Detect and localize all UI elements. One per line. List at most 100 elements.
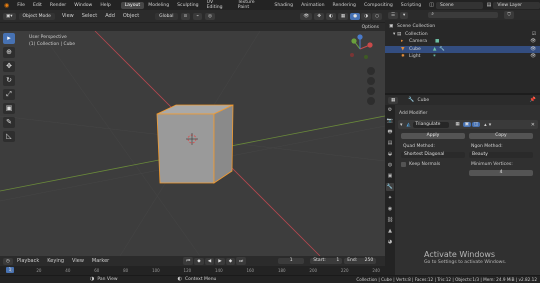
pivot-icon[interactable]: ⊙ — [180, 12, 191, 20]
material-tab-icon[interactable]: ◕ — [386, 238, 394, 246]
scale-tool-icon[interactable]: ⤢ — [3, 89, 15, 100]
end-frame-field[interactable]: End: 250 — [344, 258, 377, 264]
object-tab-icon[interactable]: ▣ — [386, 172, 394, 180]
outliner-editor-type-icon[interactable]: ☰ — [388, 11, 399, 19]
menu-select[interactable]: Select — [78, 13, 101, 19]
timeline-editor-type-icon[interactable]: ◷ — [3, 257, 13, 265]
outliner-row-cube[interactable]: ▼ Cube ▲ 🔧 👁 — [385, 45, 540, 53]
blender-logo-icon[interactable]: ◉ — [0, 2, 13, 9]
tab-compositing[interactable]: Compositing — [360, 2, 397, 9]
copy-button[interactable]: Copy — [469, 133, 533, 139]
menu-timeline-view[interactable]: View — [68, 258, 88, 264]
rotate-tool-icon[interactable]: ↻ — [3, 75, 15, 86]
scene-selector[interactable]: Scene — [435, 1, 483, 9]
transform-tool-icon[interactable]: ▣ — [3, 103, 15, 114]
options-button[interactable]: Options — [356, 25, 385, 30]
physics-tab-icon[interactable]: ◉ — [386, 205, 394, 213]
proportional-edit-icon[interactable]: ◎ — [205, 12, 215, 20]
modifier-name-field[interactable]: Triangulate — [413, 121, 450, 128]
move-up-icon[interactable]: ▴ — [484, 122, 487, 128]
viewport-nav-buttons[interactable] — [367, 67, 375, 105]
eye-icon[interactable]: 👁 — [530, 54, 536, 59]
play-reverse-icon[interactable]: ◀ — [204, 257, 215, 265]
remove-modifier-icon[interactable]: ✕ — [531, 122, 535, 128]
properties-editor-type-icon[interactable]: ▦ — [388, 96, 399, 104]
tab-sculpting[interactable]: Sculpting — [173, 2, 202, 9]
particles-tab-icon[interactable]: ✦ — [386, 194, 394, 202]
play-icon[interactable]: ▶ — [215, 257, 225, 265]
tab-scripting[interactable]: Scripting — [397, 2, 425, 9]
view-layer-tab-icon[interactable]: ▤ — [386, 139, 394, 147]
min-vertices-field[interactable]: 4 — [469, 170, 533, 176]
current-frame-field[interactable]: 1 — [278, 258, 305, 264]
start-frame-field[interactable]: Start: 1 — [310, 258, 343, 264]
visibility-icon[interactable]: 👁 — [300, 12, 313, 20]
filter-icon[interactable]: ⛉ — [504, 11, 514, 19]
outliner-row-camera[interactable]: ▸ Camera ■ 👁 — [385, 38, 540, 46]
menu-object[interactable]: Object — [119, 13, 143, 19]
select-tool-icon[interactable]: ▸ — [3, 33, 15, 44]
timeline-ruler[interactable]: 1 0 20 40 60 80 100 120 140 160 180 200 220 240 — [0, 266, 385, 275]
cube-object[interactable] — [156, 104, 234, 184]
tool-tab-icon[interactable]: ⚙ — [386, 106, 394, 114]
outliner-row-collection[interactable]: ▾ ▤ Collection ☑ — [385, 31, 540, 39]
data-tab-icon[interactable]: ▲ — [386, 227, 394, 235]
outliner-search-input[interactable]: ⌕ — [428, 12, 499, 18]
ngon-method-select[interactable]: Beauty — [469, 152, 533, 158]
xray-icon[interactable]: ▦ — [337, 12, 349, 20]
edit-mode-toggle-icon[interactable]: ▦ — [453, 122, 462, 127]
tab-layout[interactable]: Layout — [120, 1, 145, 9]
add-modifier-dropdown[interactable]: Add Modifier — [399, 111, 427, 116]
annotate-tool-icon[interactable]: ✎ — [3, 117, 15, 128]
menu-add[interactable]: Add — [101, 13, 119, 19]
modifier-tab-icon[interactable]: 🔧 — [386, 183, 394, 191]
prev-key-icon[interactable]: ◆ — [194, 257, 204, 265]
next-key-icon[interactable]: ◆ — [225, 257, 236, 265]
solid-shading-icon[interactable]: ● — [350, 12, 361, 20]
display-mode-icon[interactable]: ▾ — [400, 11, 409, 19]
tab-animation[interactable]: Animation — [297, 2, 328, 9]
eye-icon[interactable]: 👁 — [530, 39, 536, 44]
gizmo-icon[interactable]: ✥ — [314, 12, 324, 20]
quad-method-select[interactable]: Shortest Diagonal — [401, 152, 465, 158]
apply-button[interactable]: Apply — [401, 133, 465, 139]
menu-keying[interactable]: Keying — [43, 258, 68, 264]
menu-edit[interactable]: Edit — [29, 3, 46, 8]
checkbox-icon[interactable] — [401, 162, 406, 167]
view-layer-selector[interactable]: View Layer — [493, 1, 540, 9]
navigation-gizmo[interactable] — [350, 34, 373, 59]
outliner-row-light[interactable]: ✹ Light ✶ 👁 — [385, 53, 540, 61]
mode-selector[interactable]: Object Mode — [18, 12, 55, 20]
cursor-tool-icon[interactable]: ⊕ — [3, 47, 15, 58]
3d-viewport[interactable]: User Perspective (1) Collection | Cube — [0, 31, 385, 256]
tab-modeling[interactable]: Modeling — [144, 2, 173, 9]
rendered-shading-icon[interactable]: ○ — [372, 12, 382, 20]
material-shading-icon[interactable]: ◑ — [361, 12, 372, 20]
constraints-tab-icon[interactable]: ⛓ — [386, 216, 394, 224]
jump-end-icon[interactable]: ⏭ — [236, 257, 247, 265]
keep-normals-checkbox[interactable]: Keep Normals — [401, 162, 440, 167]
checkbox-icon[interactable]: ☑ — [532, 32, 536, 37]
realtime-toggle-icon[interactable]: ▣ — [462, 122, 471, 127]
measure-tool-icon[interactable]: ◺ — [3, 131, 15, 142]
output-tab-icon[interactable]: 🖶 — [386, 128, 394, 136]
menu-help[interactable]: Help — [96, 3, 114, 8]
menu-playback[interactable]: Playback — [13, 258, 43, 264]
scene-tab-icon[interactable]: ◒ — [386, 150, 394, 158]
collapse-arrow-icon[interactable]: ▾ — [400, 122, 403, 128]
move-down-icon[interactable]: ▾ — [489, 122, 492, 128]
move-tool-icon[interactable]: ✥ — [3, 61, 15, 72]
editor-type-button[interactable]: ▣▾ — [3, 12, 16, 20]
menu-window[interactable]: Window — [70, 3, 96, 8]
snap-icon[interactable]: ⌁ — [193, 12, 203, 20]
tab-shading[interactable]: Shading — [270, 2, 297, 9]
eye-icon[interactable]: 👁 — [530, 47, 536, 52]
tab-rendering[interactable]: Rendering — [329, 2, 360, 9]
menu-render[interactable]: Render — [46, 3, 70, 8]
menu-view[interactable]: View — [58, 13, 78, 19]
outliner-row-scene-collection[interactable]: ▣ Scene Collection — [385, 23, 540, 31]
menu-file[interactable]: File — [13, 3, 29, 8]
render-toggle-icon[interactable]: ◫ — [471, 122, 481, 127]
world-tab-icon[interactable]: ◍ — [386, 161, 394, 169]
render-tab-icon[interactable]: 📷 — [386, 117, 394, 125]
